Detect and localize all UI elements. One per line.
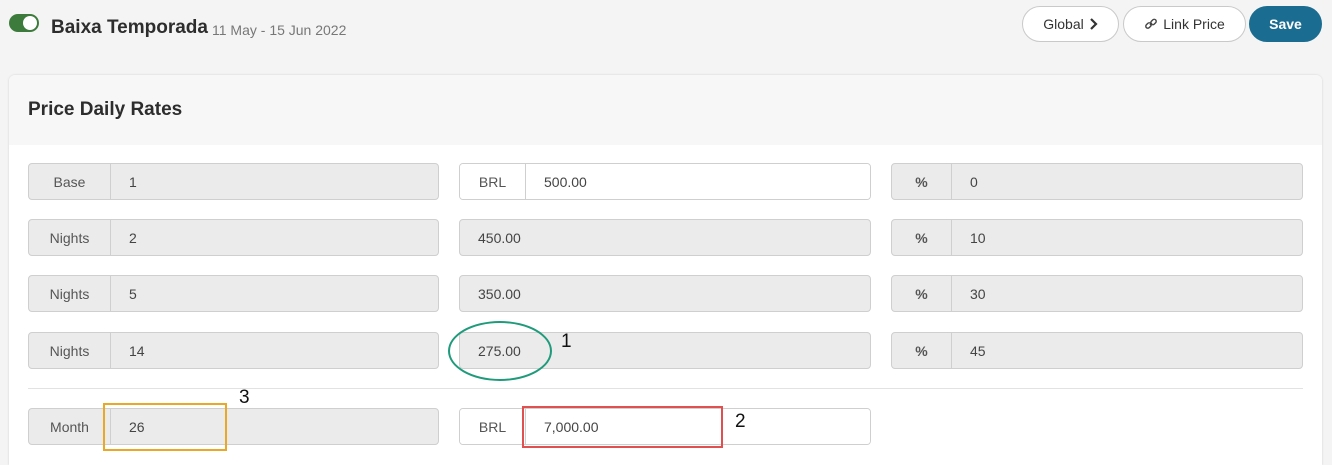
save-button[interactable]: Save <box>1249 6 1322 42</box>
season-name: Baixa Temporada <box>51 17 208 38</box>
nights-group: Nights 14 <box>28 332 439 369</box>
price-input[interactable]: 350.00 <box>460 276 870 311</box>
season-toggle[interactable] <box>9 14 39 32</box>
nights-input[interactable]: 1 <box>111 164 438 199</box>
section-divider <box>28 388 1303 389</box>
price-group: 350.00 <box>459 275 871 312</box>
discount-group: % 0 <box>891 163 1303 200</box>
discount-input[interactable]: 30 <box>952 276 1302 311</box>
chevron-right-icon <box>1089 18 1098 30</box>
toggle-knob <box>23 16 37 30</box>
nights-input[interactable]: 2 <box>111 220 438 255</box>
annotation-rect-red <box>522 406 723 448</box>
panel-header: Price Daily Rates <box>9 75 1322 145</box>
panel-title: Price Daily Rates <box>28 99 183 120</box>
row-label: Base <box>29 164 111 199</box>
link-price-label: Link Price <box>1163 16 1225 32</box>
currency-addon: BRL <box>460 164 526 199</box>
month-label: Month <box>29 409 111 444</box>
nights-input[interactable]: 14 <box>111 333 438 368</box>
percent-addon: % <box>892 164 952 199</box>
annotation-rect-orange <box>103 403 227 451</box>
discount-group: % 10 <box>891 219 1303 256</box>
row-label: Nights <box>29 220 111 255</box>
row-label: Nights <box>29 276 111 311</box>
discount-input[interactable]: 0 <box>952 164 1302 199</box>
row-label: Nights <box>29 333 111 368</box>
price-group: 450.00 <box>459 219 871 256</box>
discount-input[interactable]: 10 <box>952 220 1302 255</box>
link-price-button[interactable]: Link Price <box>1123 6 1246 42</box>
discount-group: % 30 <box>891 275 1303 312</box>
annotation-number-3: 3 <box>239 387 250 408</box>
nights-group: Nights 5 <box>28 275 439 312</box>
annotation-ellipse-green <box>448 321 552 381</box>
link-icon <box>1145 18 1158 29</box>
discount-group: % 45 <box>891 332 1303 369</box>
percent-addon: % <box>892 276 952 311</box>
percent-addon: % <box>892 220 952 255</box>
annotation-number-2: 2 <box>735 411 746 432</box>
percent-addon: % <box>892 333 952 368</box>
season-header: Baixa Temporada 11 May - 15 Jun 2022 Glo… <box>0 0 1332 60</box>
base-nights-group: Base 1 <box>28 163 439 200</box>
discount-input[interactable]: 45 <box>952 333 1302 368</box>
month-group: Month 26 <box>28 408 439 445</box>
currency-addon: BRL <box>460 409 526 444</box>
annotation-number-1: 1 <box>561 331 572 352</box>
base-price-input[interactable]: 500.00 <box>526 164 870 199</box>
season-dates: 11 May - 15 Jun 2022 <box>212 22 347 38</box>
nights-group: Nights 2 <box>28 219 439 256</box>
global-button[interactable]: Global <box>1022 6 1119 42</box>
nights-input[interactable]: 5 <box>111 276 438 311</box>
base-price-group: BRL 500.00 <box>459 163 871 200</box>
price-input[interactable]: 450.00 <box>460 220 870 255</box>
global-button-label: Global <box>1043 16 1084 32</box>
